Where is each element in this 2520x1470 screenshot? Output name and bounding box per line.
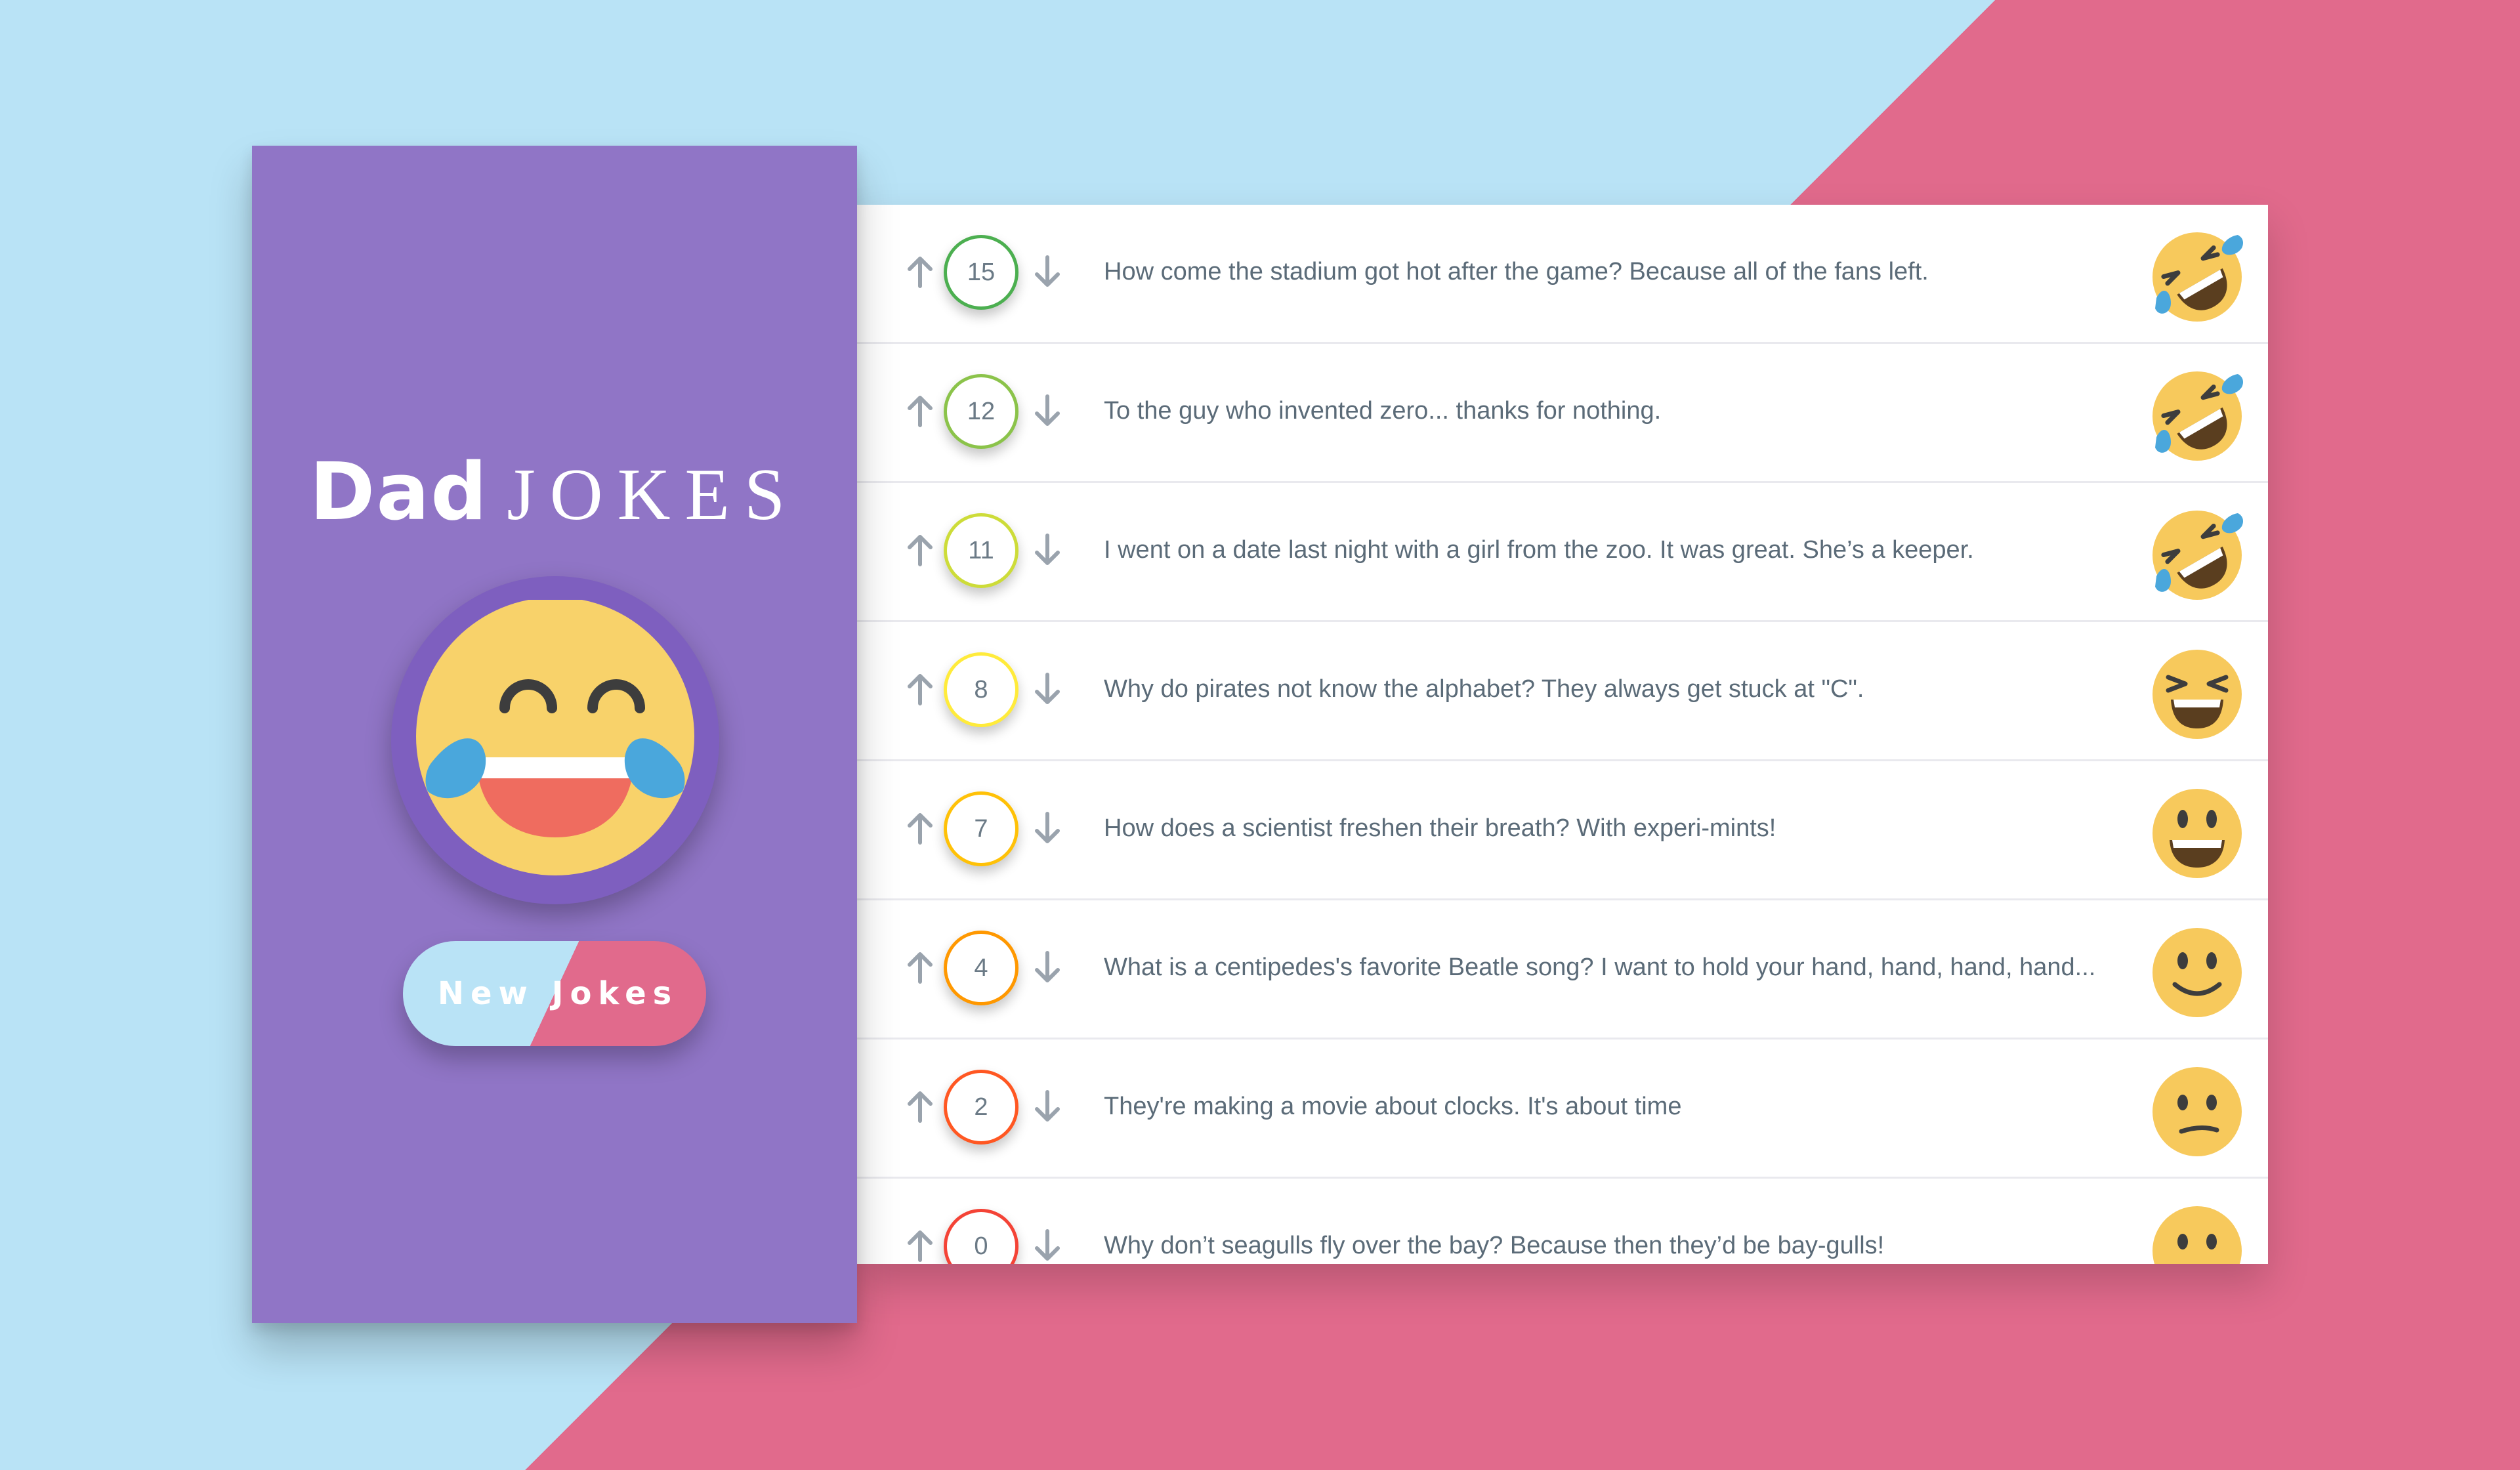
downvote-arrow-icon[interactable] (1028, 669, 1067, 709)
downvote-arrow-icon[interactable] (1028, 391, 1067, 430)
downvote-arrow-icon[interactable] (1028, 808, 1067, 848)
grinning-icon (2149, 784, 2246, 881)
joke-row: 4 What is a centipedes's favorite Beatle… (857, 900, 2268, 1040)
sidebar: Dad JOKES New Jokes (252, 146, 857, 1323)
joke-score: 4 (944, 931, 1018, 1005)
downvote-arrow-icon[interactable] (1028, 530, 1067, 570)
upvote-arrow-icon[interactable] (900, 1087, 940, 1126)
app-title-bold: Dad (309, 447, 489, 539)
joke-row: 12 To the guy who invented zero... thank… (857, 344, 2268, 483)
upvote-arrow-icon[interactable] (900, 1226, 940, 1264)
rofl-icon (2149, 505, 2246, 602)
joke-score: 12 (944, 374, 1018, 449)
joke-row: 11 I went on a date last night with a gi… (857, 483, 2268, 622)
upvote-arrow-icon[interactable] (900, 252, 940, 291)
rofl-icon (2149, 227, 2246, 324)
joke-row: 15 How come the stadium got hot after th… (857, 205, 2268, 344)
upvote-arrow-icon[interactable] (900, 530, 940, 570)
joke-score: 7 (944, 791, 1018, 866)
joke-text: They're making a movie about clocks. It'… (1104, 1093, 1682, 1121)
joke-text: Why do pirates not know the alphabet? Th… (1104, 675, 1864, 704)
joke-row: 0 Why don’t seagulls fly over the bay? B… (857, 1179, 2268, 1264)
joke-row: 8 Why do pirates not know the alphabet? … (857, 622, 2268, 761)
upvote-arrow-icon[interactable] (900, 948, 940, 987)
downvote-arrow-icon[interactable] (1028, 1087, 1067, 1126)
app-title: Dad JOKES (252, 447, 857, 538)
rofl-icon (2149, 366, 2246, 463)
joke-score: 15 (944, 235, 1018, 310)
joke-text: How come the stadium got hot after the g… (1104, 258, 1929, 286)
downvote-arrow-icon[interactable] (1028, 1226, 1067, 1264)
joke-text: Why don’t seagulls fly over the bay? Bec… (1104, 1232, 1885, 1260)
new-jokes-button[interactable]: New Jokes (403, 941, 706, 1046)
joke-text: I went on a date last night with a girl … (1104, 536, 1974, 564)
confused-icon (2149, 1201, 2246, 1264)
downvote-arrow-icon[interactable] (1028, 252, 1067, 291)
smiling-icon (2149, 923, 2246, 1020)
joke-text: To the guy who invented zero... thanks f… (1104, 397, 1662, 425)
upvote-arrow-icon[interactable] (900, 808, 940, 848)
joke-score: 8 (944, 652, 1018, 727)
joke-text: How does a scientist freshen their breat… (1104, 814, 1776, 843)
app-title-light: JOKES (507, 454, 800, 536)
joke-text: What is a centipedes's favorite Beatle s… (1104, 954, 2096, 982)
joke-score: 2 (944, 1070, 1018, 1144)
upvote-arrow-icon[interactable] (900, 391, 940, 430)
jokes-list: 15 How come the stadium got hot after th… (857, 205, 2268, 1264)
joke-score: 0 (944, 1209, 1018, 1264)
laughing-tears-icon (391, 576, 719, 904)
laughing-squint-icon (2149, 644, 2246, 742)
confused-icon (2149, 1062, 2246, 1159)
joke-score: 11 (944, 513, 1018, 588)
joke-row: 7 How does a scientist freshen their bre… (857, 761, 2268, 900)
downvote-arrow-icon[interactable] (1028, 948, 1067, 987)
upvote-arrow-icon[interactable] (900, 669, 940, 709)
joke-row: 2 They're making a movie about clocks. I… (857, 1040, 2268, 1179)
